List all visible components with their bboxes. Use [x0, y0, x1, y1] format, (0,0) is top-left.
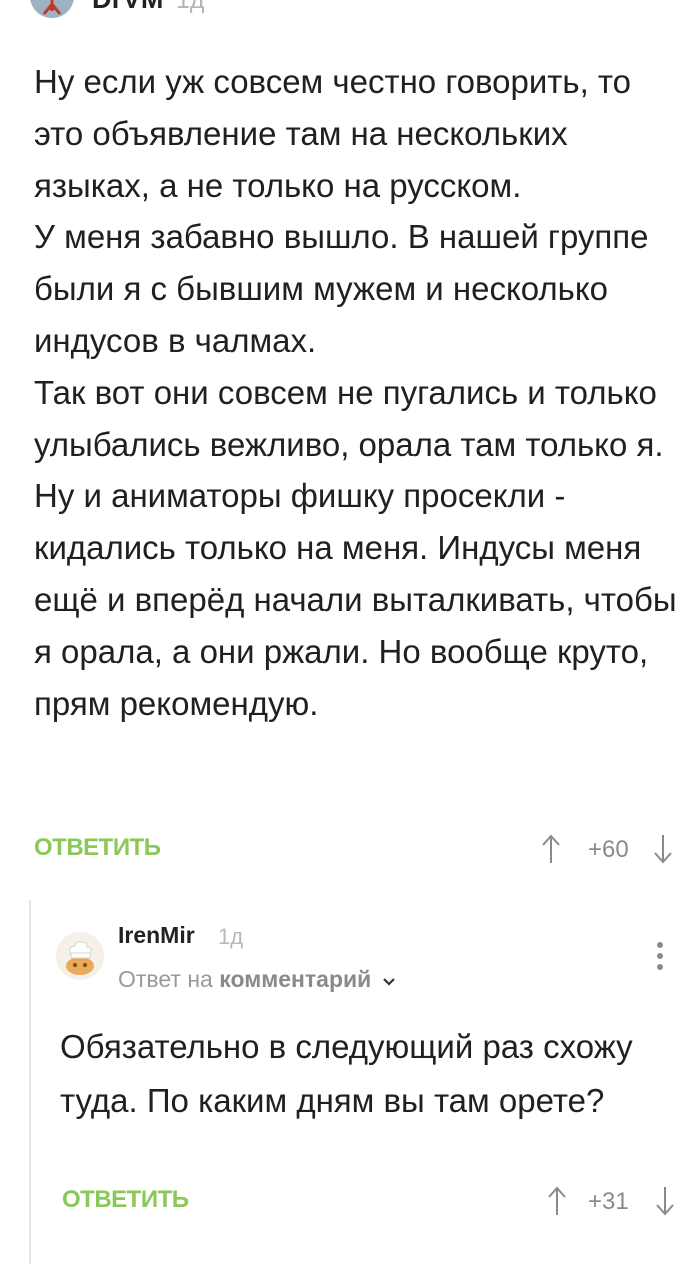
chef-hat-avatar — [56, 932, 104, 980]
comment-paragraph: Ну если уж совсем честно говорить, то эт… — [34, 63, 632, 204]
vote-controls: +31 — [546, 1184, 680, 1220]
arrow-up-icon[interactable] — [546, 1184, 568, 1218]
avatar[interactable] — [30, 0, 74, 18]
answer-prefix: Ответ на — [118, 966, 213, 992]
comment-time: 1д — [176, 0, 205, 14]
comment-paragraph: Так вот они совсем не пугались и только … — [34, 373, 677, 722]
avatar[interactable] — [56, 932, 104, 980]
comment-paragraph: У меня забавно вышло. В нашей группе был… — [34, 218, 649, 359]
answer-to: Ответ на комментарий — [118, 966, 396, 994]
arrow-down-icon[interactable] — [654, 1184, 676, 1218]
arrow-down-icon[interactable] — [652, 832, 674, 866]
more-vertical-icon[interactable] — [656, 940, 664, 972]
answer-link[interactable]: комментарий — [219, 966, 371, 992]
top-comment-header: DrVM 1д — [0, 0, 700, 30]
thread-line[interactable] — [29, 900, 31, 1264]
comments-page: DrVM 1д Ну если уж совсем честно говорит… — [0, 0, 700, 1264]
comment-author[interactable]: DrVM — [92, 0, 164, 15]
chevron-down-icon[interactable] — [382, 967, 396, 994]
reply-button[interactable]: ОТВЕТИТЬ — [34, 834, 161, 862]
arrow-up-icon[interactable] — [540, 832, 562, 866]
reply-button[interactable]: ОТВЕТИТЬ — [62, 1186, 189, 1214]
comment-body: Обязательно в следующий раз схожу туда. … — [60, 1028, 633, 1119]
vote-controls: +60 — [540, 832, 680, 868]
comment-time: 1д — [218, 924, 244, 949]
comment-body: Ну если уж совсем честно говорить, то эт… — [34, 56, 684, 729]
vote-score: +60 — [588, 836, 629, 863]
more-vertical-icon[interactable] — [650, 0, 658, 16]
vote-score: +31 — [588, 1188, 629, 1215]
comment-author[interactable]: IrenMir — [118, 922, 195, 949]
